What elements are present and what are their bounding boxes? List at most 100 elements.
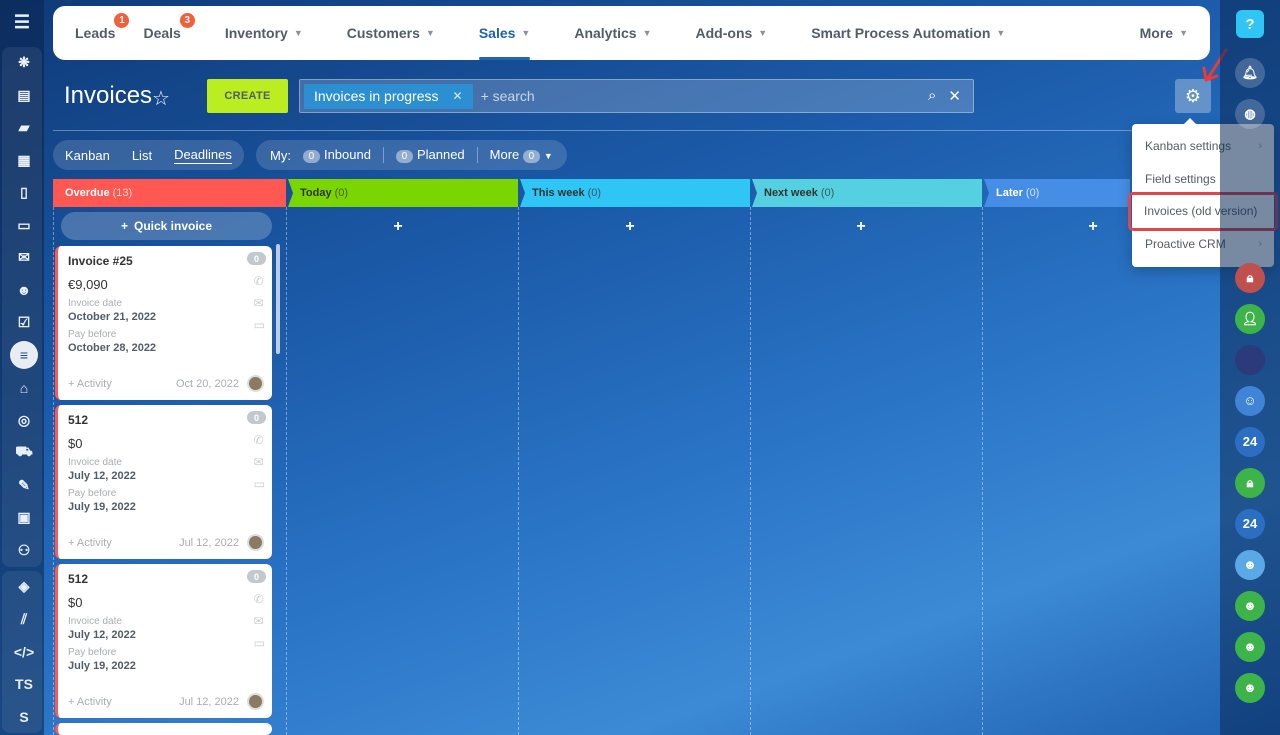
counter-label: More <box>489 147 520 162</box>
feed-icon[interactable]: ❋ <box>2 47 46 80</box>
chat-icon[interactable]: ▭ <box>254 636 265 650</box>
counter-planned[interactable]: 0 Planned <box>395 147 465 163</box>
group-chat-icon[interactable]: ☺ <box>1235 385 1265 416</box>
add-activity-link[interactable]: + Activity <box>68 537 112 549</box>
quick-invoice-button[interactable]: + Quick invoice <box>61 212 272 240</box>
column-divider <box>518 207 519 735</box>
counter-label: Inbound <box>323 147 371 162</box>
help-button[interactable]: ? <box>1236 10 1264 38</box>
contact-card-icon[interactable]: ▣ <box>2 502 46 535</box>
nav-item-analytics[interactable]: Analytics ▼ <box>552 6 673 60</box>
chat-icon[interactable]: ▭ <box>254 477 265 491</box>
tasks-icon[interactable]: ▤ <box>2 79 46 112</box>
bitrix24-icon[interactable]: 24 <box>1235 508 1265 539</box>
column-header-overdue[interactable]: Overdue (13) <box>53 179 286 207</box>
code-icon[interactable]: </> <box>2 636 46 669</box>
filter-chip[interactable]: Invoices in progress ✕ <box>304 83 473 109</box>
nav-item-customers[interactable]: Customers ▼ <box>325 6 457 60</box>
rail-item-s[interactable]: S <box>2 701 46 734</box>
mail-icon[interactable]: ✉ <box>2 242 46 275</box>
sign-icon[interactable]: ✎ <box>2 469 46 502</box>
nav-item-inventory[interactable]: Inventory ▼ <box>203 6 325 60</box>
group-icon[interactable]: ☻ <box>1235 672 1265 703</box>
bell-icon[interactable]: 🔔︎ <box>1235 57 1265 88</box>
avatar[interactable] <box>1235 222 1265 252</box>
add-item-icon[interactable]: + <box>620 218 640 236</box>
close-icon[interactable]: ✕ <box>453 89 463 103</box>
cart-icon[interactable]: ⛟ <box>2 437 46 470</box>
nav-item-leads[interactable]: Leads 1 <box>53 6 137 60</box>
document-icon[interactable]: ▯ <box>2 177 46 210</box>
invoice-card[interactable]: 512 $0 Invoice date July 12, 2022 Pay be… <box>55 564 272 718</box>
mail-icon[interactable]: ✉ <box>254 455 265 469</box>
chat-icon[interactable]: ▭ <box>254 318 265 332</box>
search-icon[interactable]: ⌕ <box>928 87 936 105</box>
avatar[interactable] <box>1235 140 1265 170</box>
counter-more[interactable]: More 0 ▼ <box>490 147 553 163</box>
phone-icon[interactable]: ✆ <box>254 274 265 288</box>
scrollbar[interactable] <box>276 244 280 354</box>
menu-icon[interactable]: ☰ <box>0 0 44 45</box>
card-title[interactable]: 512 <box>68 572 262 586</box>
nav-item-more[interactable]: More ▼ <box>1118 6 1210 60</box>
clear-icon[interactable]: ✕ <box>948 87 961 105</box>
invoice-card[interactable]: Invoice #25 €9,090 Invoice date October … <box>55 246 272 400</box>
target-icon[interactable]: ◎ <box>2 404 46 437</box>
drive-icon[interactable]: ▭ <box>2 209 46 242</box>
invoice-card[interactable]: 512 $0 Invoice date July 12, 2022 Pay be… <box>55 405 272 559</box>
calendar-icon[interactable]: ▦ <box>2 144 46 177</box>
chat-icon[interactable]: ▰ <box>2 112 46 145</box>
groups-icon[interactable]: ☻ <box>2 274 46 307</box>
crm-icon[interactable]: ≡ <box>2 339 46 372</box>
card-footer: + Activity Jul 12, 2022 <box>68 534 264 551</box>
add-activity-link[interactable]: + Activity <box>68 378 112 390</box>
group-icon[interactable]: ☻ <box>1235 549 1265 580</box>
nav-item-automation[interactable]: Smart Process Automation ▼ <box>789 6 1027 60</box>
robot-icon[interactable]: ⚇ <box>2 534 46 567</box>
chat-icon[interactable]: ◍ <box>1235 98 1265 129</box>
group-icon[interactable]: ☻ <box>1235 631 1265 662</box>
avatar[interactable] <box>247 534 264 551</box>
filter-search-bar[interactable]: Invoices in progress ✕ + search ⌕ ✕ <box>299 79 974 113</box>
create-button[interactable]: CREATE <box>207 79 288 113</box>
phone-icon[interactable]: ✆ <box>254 592 265 606</box>
invoice-card-partial[interactable] <box>55 723 272 735</box>
marketplace-icon[interactable]: ⫽ <box>2 603 46 636</box>
phone-icon[interactable]: ✆ <box>254 433 265 447</box>
column-header-next-week[interactable]: Next week (0) <box>752 179 982 207</box>
bank-icon[interactable]: ⌂ <box>2 372 46 405</box>
nav-item-addons[interactable]: Add-ons ▼ <box>674 6 790 60</box>
group-icon[interactable]: ☻ <box>1235 590 1265 621</box>
tab-list[interactable]: List <box>132 148 152 163</box>
add-activity-link[interactable]: + Activity <box>68 696 112 708</box>
avatar[interactable] <box>247 375 264 392</box>
nav-item-sales[interactable]: Sales ▼ <box>457 6 553 60</box>
avatar[interactable] <box>1235 181 1265 211</box>
lock-icon[interactable]: 🔒︎ <box>1235 467 1265 498</box>
rail-item-ts[interactable]: TS <box>2 668 46 701</box>
lock-icon[interactable]: 🔒︎ <box>1235 262 1265 293</box>
card-title[interactable]: 512 <box>68 413 262 427</box>
box-icon[interactable]: ◈ <box>2 571 46 604</box>
star-icon[interactable]: ☆ <box>152 86 170 111</box>
tab-kanban[interactable]: Kanban <box>65 148 110 163</box>
add-item-icon[interactable]: + <box>388 218 408 236</box>
search-input[interactable]: + search <box>481 88 928 104</box>
rail-group-apps: ◈ ⫽ </> TS S <box>2 570 42 733</box>
avatar[interactable] <box>1235 344 1265 375</box>
mail-icon[interactable]: ✉ <box>254 614 265 628</box>
card-title[interactable]: Invoice #25 <box>68 254 262 268</box>
add-item-icon[interactable]: + <box>851 218 871 236</box>
column-header-this-week[interactable]: This week (0) <box>520 179 750 207</box>
mail-icon[interactable]: ✉ <box>254 296 265 310</box>
column-header-later[interactable]: Later (0) <box>984 179 1130 207</box>
nav-item-deals[interactable]: Deals 3 <box>137 6 202 60</box>
counter-inbound[interactable]: 0 Inbound <box>302 147 371 163</box>
avatar[interactable] <box>247 693 264 710</box>
add-item-icon[interactable]: + <box>1083 218 1103 236</box>
tab-deadlines[interactable]: Deadlines <box>174 147 232 164</box>
column-header-today[interactable]: Today (0) <box>288 179 518 207</box>
bitrix24-icon[interactable]: 24 <box>1235 426 1265 457</box>
checklist-icon[interactable]: ☑ <box>2 307 46 340</box>
user-icon[interactable]: 👤︎ <box>1235 303 1265 334</box>
